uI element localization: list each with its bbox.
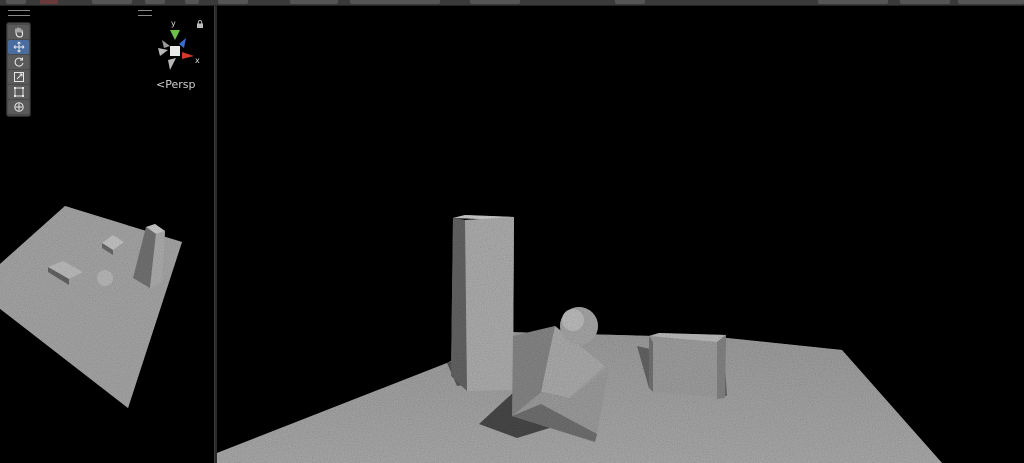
hand-icon: [14, 27, 23, 38]
gizmo-neg-x-axis[interactable]: [158, 48, 168, 56]
gizmo-y-label: y: [171, 19, 176, 28]
scale-icon: [13, 72, 24, 82]
transform-tool-button[interactable]: [8, 100, 29, 114]
scene-render: [0, 206, 182, 408]
scene-view[interactable]: y x <Persp: [0, 6, 214, 463]
toolbar-button[interactable]: [92, 0, 132, 4]
scale-value: [615, 0, 645, 4]
tool-palette: [6, 22, 31, 117]
toolbar-button[interactable]: [40, 0, 58, 4]
transform-icon: [13, 102, 24, 112]
back-arrow-icon: <: [156, 78, 166, 91]
resolution-dropdown[interactable]: [350, 0, 440, 4]
move-icon: [13, 41, 24, 53]
rotate-tool-button[interactable]: [8, 55, 29, 69]
panel-grip[interactable]: [8, 10, 30, 16]
gizmo-z-axis[interactable]: [179, 38, 186, 48]
gizmo-neg-y-axis[interactable]: [168, 58, 176, 70]
mute-audio-toggle[interactable]: [900, 0, 950, 4]
panel-grip[interactable]: [138, 10, 152, 16]
rotate-icon: [14, 57, 23, 67]
box-object-right: [717, 335, 726, 399]
game-tab[interactable]: [218, 0, 248, 4]
scale-slider[interactable]: [470, 0, 520, 4]
projection-label: Persp: [165, 78, 196, 91]
game-render: [217, 215, 942, 463]
projection-toggle[interactable]: <Persp: [156, 78, 195, 91]
toolbar-button[interactable]: [185, 0, 199, 4]
box-object-left: [649, 336, 653, 392]
toolbar-button[interactable]: [6, 0, 26, 4]
gizmo-neg-z-axis[interactable]: [162, 40, 170, 48]
display-dropdown[interactable]: [290, 0, 338, 4]
play-focused-toggle[interactable]: [818, 0, 888, 4]
lock-icon[interactable]: [196, 20, 204, 28]
gizmo-y-axis[interactable]: [170, 30, 180, 40]
sphere-object: [97, 270, 113, 286]
box-object-front: [653, 335, 725, 398]
game-view[interactable]: [217, 6, 1024, 463]
stats-toggle[interactable]: [958, 0, 1024, 4]
toolbar-button[interactable]: [145, 0, 165, 4]
rect-tool-button[interactable]: [8, 85, 29, 99]
gizmo-x-axis[interactable]: [182, 52, 194, 59]
editor-window: y x <Persp: [0, 0, 1024, 463]
gizmo-center[interactable]: [170, 46, 180, 56]
sphere-highlight: [562, 309, 584, 331]
gizmo-x-label: x: [195, 56, 200, 65]
pillar-object-side: [451, 218, 467, 391]
move-tool-button[interactable]: [8, 40, 29, 54]
hand-tool-button[interactable]: [8, 25, 29, 39]
rect-icon: [13, 87, 24, 97]
pillar-object-front: [465, 217, 514, 391]
scale-tool-button[interactable]: [8, 70, 29, 84]
